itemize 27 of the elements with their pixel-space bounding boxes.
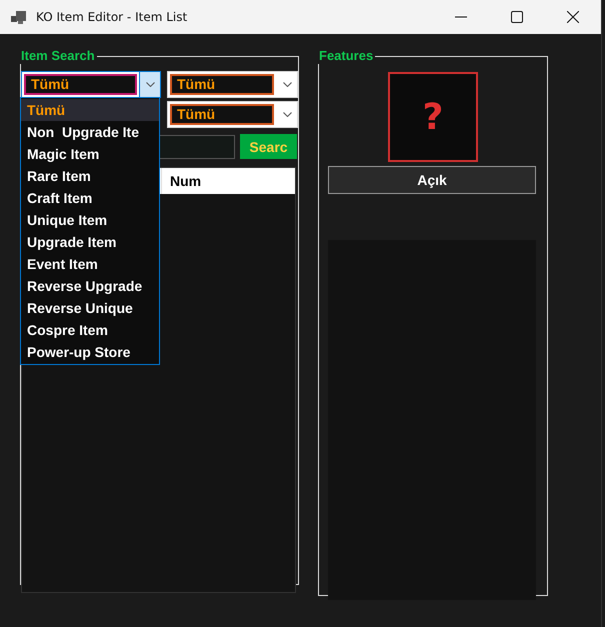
dropdown-option[interactable]: Non Upgrade Ite [21,121,159,143]
caret-icon [282,82,292,87]
dropdown-option[interactable]: Rare Item [21,165,159,187]
dropdown-option[interactable]: Event Item [21,253,159,275]
combo-box[interactable]: Tümü [167,101,298,128]
group-title: Features [318,48,374,64]
caret-icon [282,112,292,117]
dropdown-option[interactable]: Craft Item [21,187,159,209]
maximize-icon [511,11,523,23]
dropdown-option[interactable]: Magic Item [21,143,159,165]
group-title: Item Search [20,48,96,64]
combo-box[interactable]: Tümü [21,71,161,98]
window-title: KO Item Editor - Item List [36,10,188,24]
caret-icon [146,82,154,87]
dropdown-option[interactable]: Reverse Upgrade [21,275,159,297]
open-button[interactable]: Açık [328,166,536,194]
dropdown-option[interactable]: Unique Item [21,209,159,231]
dropdown-option[interactable]: Cospre Item [21,319,159,341]
close-icon [567,11,579,23]
dropdown-option[interactable]: Tümü [21,99,159,121]
dropdown-option[interactable]: Reverse Unique [21,297,159,319]
dropdown-option[interactable]: Power-up Store [21,341,159,363]
dropdown-option[interactable]: Upgrade Item [21,231,159,253]
app-icon [11,10,27,24]
combo-box[interactable]: Tümü [167,71,298,98]
question-mark: ? [422,96,444,138]
column-header[interactable]: Num [161,168,295,194]
